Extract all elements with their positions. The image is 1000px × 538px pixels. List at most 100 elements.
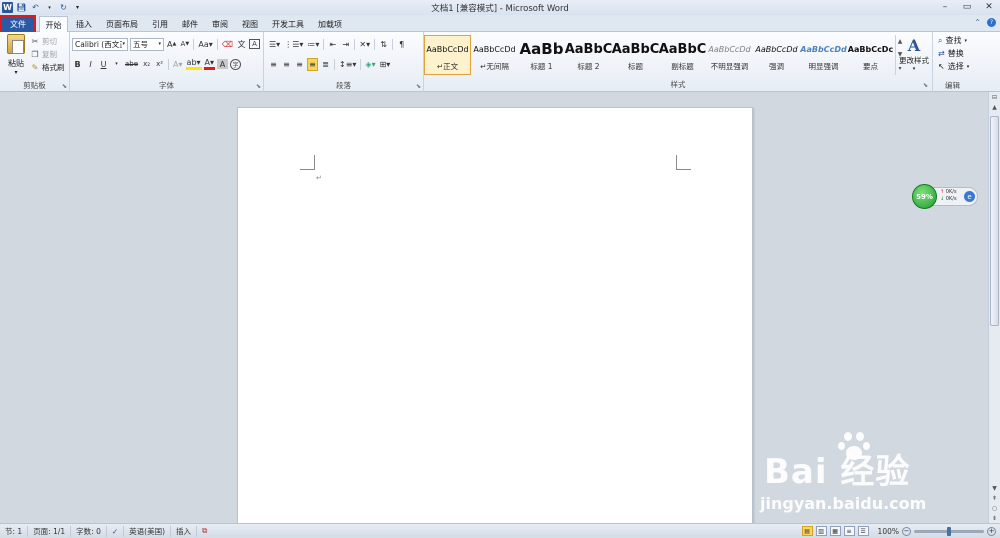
bullets-icon[interactable]: ☰▾ — [268, 38, 281, 51]
tab-view[interactable]: 视图 — [236, 16, 264, 32]
previous-page-icon[interactable]: ⇞ — [989, 493, 1000, 503]
styles-launcher-icon[interactable]: ⬊ — [923, 82, 928, 89]
next-page-icon[interactable]: ⇟ — [989, 513, 1000, 523]
borders-icon[interactable]: ⊞▾ — [379, 58, 392, 71]
justify-icon[interactable]: ≡ — [307, 57, 318, 71]
underline-button[interactable]: U — [98, 58, 109, 71]
paste-button[interactable]: 粘贴 ▾ — [4, 34, 28, 76]
style-subtitle[interactable]: AaBbC 副标题 — [659, 35, 706, 75]
line-spacing-icon[interactable]: ↕≡▾ — [338, 58, 357, 71]
phonetic-guide-icon[interactable]: 文 — [236, 38, 247, 51]
scroll-up-icon[interactable]: ▲ — [989, 102, 1000, 112]
italic-button[interactable]: I — [85, 58, 96, 71]
font-launcher-icon[interactable]: ⬊ — [256, 83, 261, 90]
multilevel-list-icon[interactable]: ≔▾ — [306, 38, 320, 51]
tab-addins[interactable]: 加载项 — [312, 16, 348, 32]
underline-dropdown-icon[interactable]: ▾ — [111, 58, 122, 71]
full-screen-reading-icon[interactable]: ▥ — [815, 526, 827, 536]
bold-button[interactable]: B — [72, 58, 83, 71]
tab-mailings[interactable]: 邮件 — [176, 16, 204, 32]
char-border-icon[interactable]: A — [249, 39, 261, 49]
help-icon[interactable]: ? — [987, 18, 996, 27]
tab-insert[interactable]: 插入 — [70, 16, 98, 32]
style-emphasis[interactable]: AaBbCcDd 强调 — [753, 35, 800, 75]
status-macro[interactable]: ⧉ — [197, 526, 212, 537]
document-page[interactable]: ↵ — [237, 107, 753, 537]
font-size-combo[interactable]: 五号 ▾ — [130, 37, 164, 51]
zoom-level[interactable]: 100% — [878, 527, 899, 536]
status-insert-mode[interactable]: 插入 — [171, 525, 198, 537]
scroll-thumb[interactable] — [990, 116, 999, 326]
subscript-button[interactable]: x₂ — [141, 58, 152, 71]
shading-icon[interactable]: ◈▾ — [364, 58, 376, 71]
style-heading-2[interactable]: AaBbC 标题 2 — [565, 35, 612, 75]
paragraph-launcher-icon[interactable]: ⬊ — [416, 83, 421, 90]
outline-view-icon[interactable]: ≡ — [843, 526, 855, 536]
style-normal[interactable]: AaBbCcDd ↵正文 — [424, 35, 471, 75]
distributed-icon[interactable]: ≣ — [320, 58, 331, 71]
find-button[interactable]: ⌕ 查找 ▾ — [938, 35, 969, 46]
maximize-icon[interactable]: ▭ — [956, 0, 978, 14]
status-proofing[interactable]: ✓ — [107, 525, 125, 537]
enclose-char-icon[interactable]: 字 — [230, 58, 242, 70]
sort-icon[interactable]: ⇅ — [378, 38, 389, 51]
clear-format-icon[interactable]: ⌫ — [221, 38, 234, 51]
strikethrough-button[interactable]: abe — [124, 58, 139, 71]
status-language[interactable]: 英语(美国) — [124, 525, 172, 537]
clipboard-launcher-icon[interactable]: ⬊ — [62, 83, 67, 90]
network-speed-widget[interactable]: 59% ↑ 0K/s ↓ 0K/s e — [912, 184, 978, 210]
style-title[interactable]: AaBbC 标题 — [612, 35, 659, 75]
zoom-in-icon[interactable]: + — [987, 526, 996, 536]
status-word-count[interactable]: 字数: 0 — [71, 525, 107, 537]
tab-references[interactable]: 引用 — [146, 16, 174, 32]
replace-button[interactable]: ⇄ 替换 — [938, 48, 969, 59]
change-styles-button[interactable]: A 更改样式 ▾ — [894, 32, 934, 80]
style-heading-1[interactable]: AaBb 标题 1 — [518, 35, 565, 75]
web-layout-icon[interactable]: ▦ — [829, 526, 841, 536]
align-left-icon[interactable]: ≡ — [268, 58, 279, 71]
tab-developer[interactable]: 开发工具 — [266, 16, 310, 32]
chinese-layout-icon[interactable]: ✕▾ — [358, 38, 371, 51]
zoom-out-icon[interactable]: − — [902, 526, 911, 536]
numbering-icon[interactable]: ⋮☰▾ — [283, 38, 304, 51]
minimize-icon[interactable]: – — [934, 0, 956, 14]
tab-review[interactable]: 审阅 — [206, 16, 234, 32]
style-strong[interactable]: AaBbCcDc 要点 — [847, 35, 894, 75]
vertical-scrollbar[interactable]: ⊟ ▲ ▼ ⇞ ○ ⇟ — [988, 92, 1000, 523]
show-marks-icon[interactable]: ¶ — [396, 38, 407, 51]
align-right-icon[interactable]: ≡ — [294, 58, 305, 71]
status-page[interactable]: 页面: 1/1 — [28, 525, 72, 537]
font-name-combo[interactable]: Calibri (西文正 ▾ — [72, 37, 128, 51]
char-shading-icon[interactable]: A — [217, 59, 229, 69]
tab-page-layout[interactable]: 页面布局 — [100, 16, 144, 32]
close-icon[interactable]: ✕ — [978, 0, 1000, 14]
ruler-toggle-icon[interactable]: ⊟ — [989, 92, 1000, 102]
zoom-slider[interactable] — [914, 526, 984, 536]
select-button[interactable]: ↖ 选择 ▾ — [938, 61, 969, 72]
font-color-icon[interactable]: A▾ — [203, 58, 216, 70]
align-center-icon[interactable]: ≡ — [281, 58, 292, 71]
increase-indent-icon[interactable]: ⇥ — [340, 38, 351, 51]
zoom-slider-knob[interactable] — [947, 526, 951, 536]
browse-object-icon[interactable]: ○ — [989, 503, 1000, 513]
style-intense-emphasis[interactable]: AaBbCcDd 明显强调 — [800, 35, 847, 75]
tab-file[interactable]: 文件 — [0, 15, 36, 33]
format-painter-button[interactable]: ✎ 格式刷 — [30, 62, 65, 73]
tab-home[interactable]: 开始 — [39, 16, 68, 33]
print-layout-view-icon[interactable]: ▤ — [801, 526, 813, 536]
cut-button[interactable]: ✂ 剪切 — [30, 36, 65, 47]
style-subtle-emphasis[interactable]: AaBbCcDd 不明显强调 — [706, 35, 753, 75]
grow-font-icon[interactable]: A ▲ — [166, 38, 177, 51]
style-no-spacing[interactable]: AaBbCcDd ↵无间隔 — [471, 35, 518, 75]
shrink-font-icon[interactable]: A ▼ — [179, 38, 190, 51]
draft-view-icon[interactable]: ☰ — [857, 526, 869, 536]
minimize-ribbon-icon[interactable]: ⌃ — [974, 18, 981, 27]
superscript-button[interactable]: x² — [154, 58, 165, 71]
decrease-indent-icon[interactable]: ⇤ — [327, 38, 338, 51]
copy-button[interactable]: ❐ 复制 — [30, 49, 65, 60]
text-effects-icon[interactable]: A▾ — [172, 58, 184, 71]
change-case-icon[interactable]: Aa▾ — [197, 38, 213, 51]
status-section[interactable]: 节: 1 — [0, 525, 29, 537]
scroll-down-icon[interactable]: ▼ — [989, 483, 1000, 493]
highlight-color-icon[interactable]: ab▾ — [185, 58, 202, 70]
